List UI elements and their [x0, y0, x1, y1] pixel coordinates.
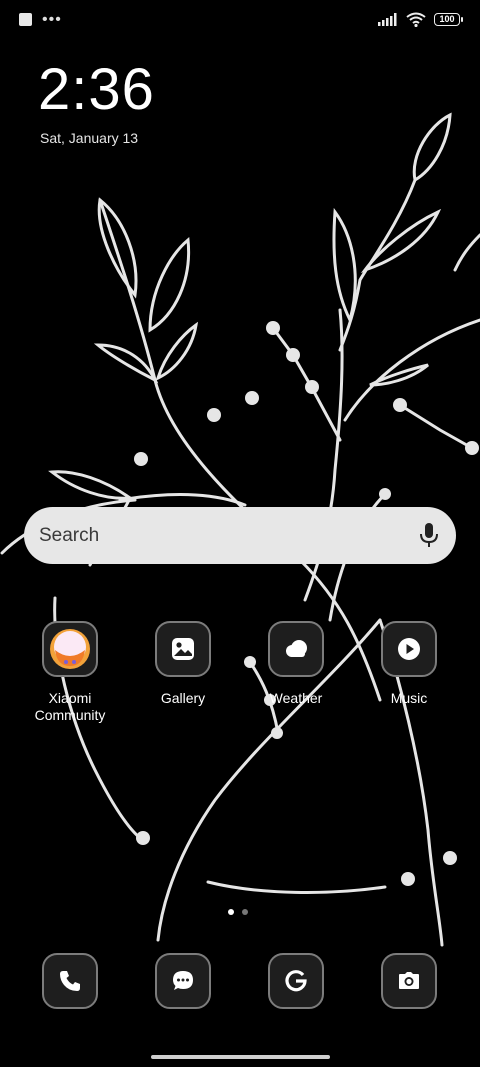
app-gallery[interactable]: Gallery: [128, 621, 238, 707]
page-indicator: [228, 909, 248, 915]
app-label: Xiaomi Community: [34, 690, 106, 723]
gallery-icon: [155, 621, 211, 677]
app-label: Music: [390, 690, 428, 706]
clock-time[interactable]: 2:36: [38, 58, 155, 122]
xiaomi-community-icon: [42, 621, 98, 677]
camera-icon[interactable]: [381, 953, 437, 1009]
battery-level: 100: [439, 14, 455, 24]
gesture-navigation-bar[interactable]: [151, 1055, 330, 1059]
status-bar: ••• 100: [0, 0, 480, 42]
search-placeholder: Search: [39, 525, 100, 546]
music-icon: [381, 621, 437, 677]
messages-icon[interactable]: [155, 953, 211, 1009]
weather-icon: [268, 621, 324, 677]
mic-icon[interactable]: [418, 522, 440, 548]
page-dot-active: [228, 909, 234, 915]
battery-icon: 100: [434, 13, 463, 26]
clock-date[interactable]: Sat, January 13: [40, 130, 138, 146]
app-label: Weather: [269, 690, 323, 706]
app-label: Gallery: [160, 690, 206, 706]
app-xiaomi-community[interactable]: Xiaomi Community: [15, 621, 125, 724]
app-weather[interactable]: Weather: [241, 621, 351, 707]
page-dot: [242, 909, 248, 915]
notification-square-icon: [19, 13, 32, 26]
app-music[interactable]: Music: [354, 621, 464, 707]
more-dots-icon: •••: [42, 10, 62, 28]
status-bar-left: •••: [19, 10, 62, 28]
status-bar-right: 100: [378, 12, 463, 27]
signal-icon: [378, 13, 397, 26]
wifi-icon: [406, 12, 426, 27]
search-bar[interactable]: Search: [24, 507, 456, 564]
google-icon[interactable]: [268, 953, 324, 1009]
phone-icon[interactable]: [42, 953, 98, 1009]
